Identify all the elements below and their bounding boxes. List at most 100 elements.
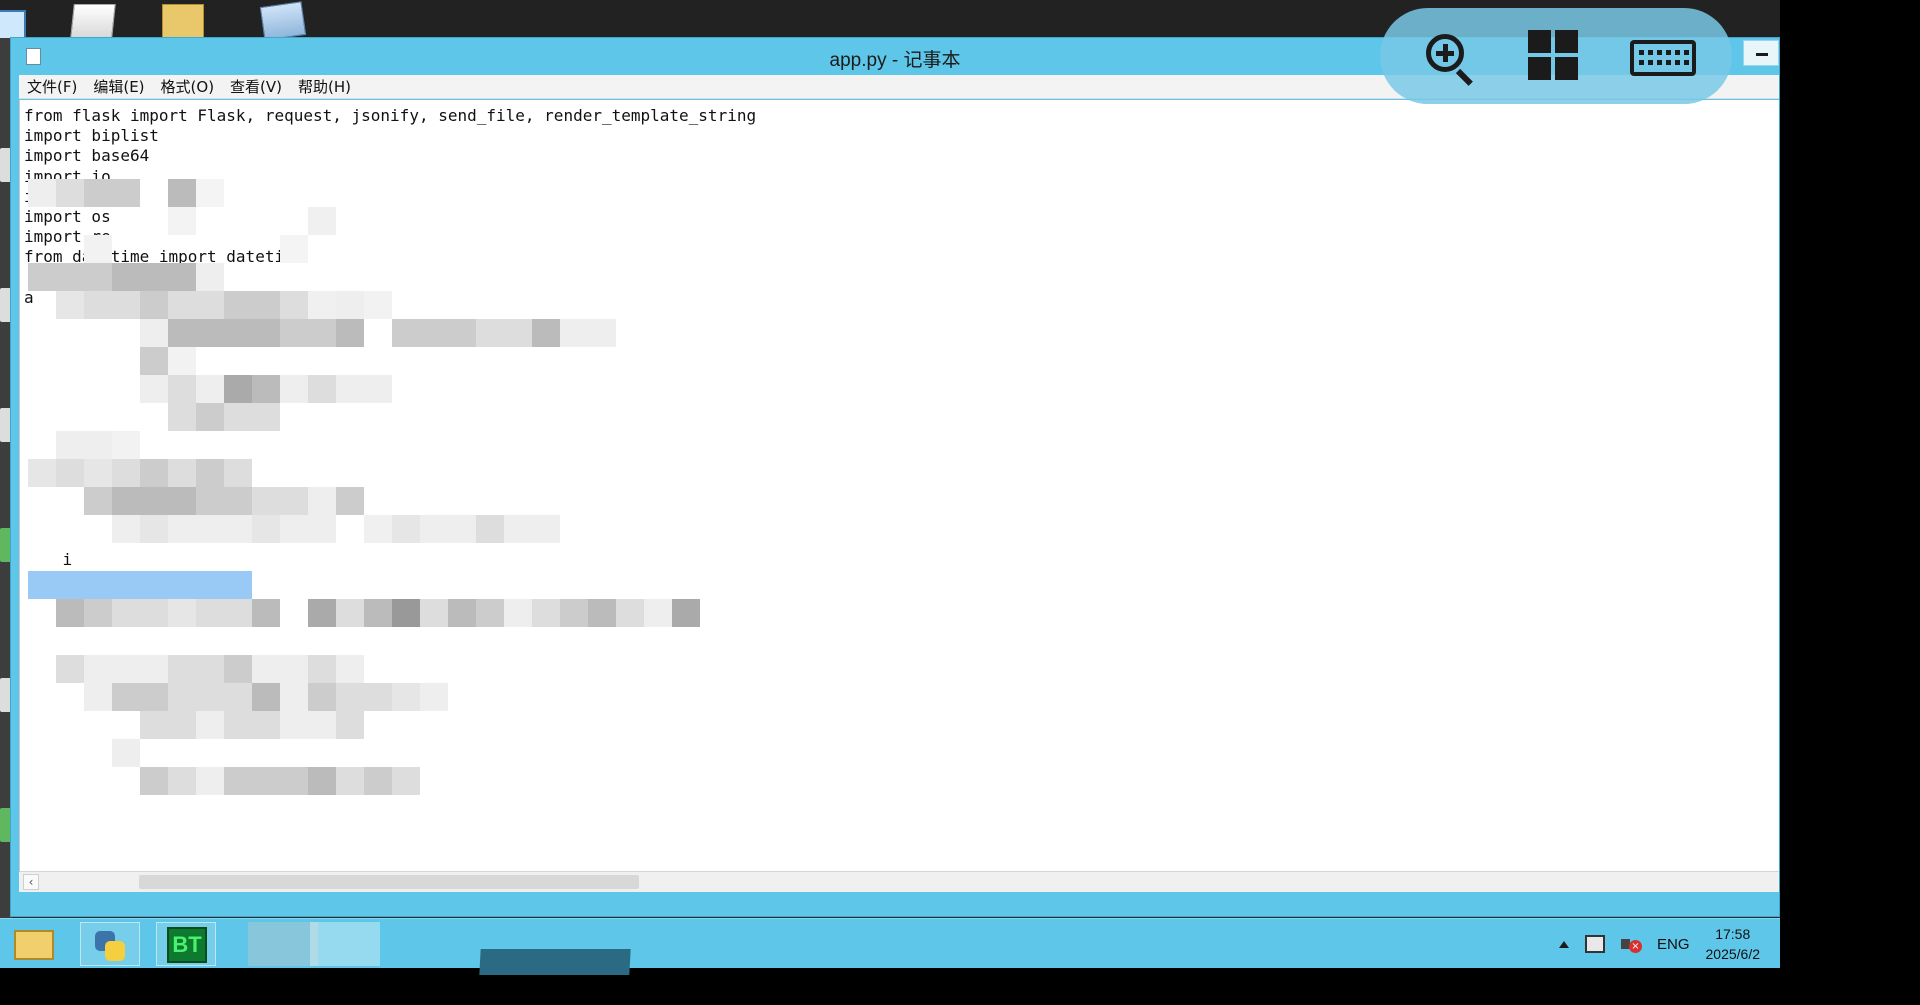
- file-explorer-button[interactable]: [8, 922, 68, 966]
- menu-view[interactable]: 查看(V): [222, 76, 290, 97]
- redaction-cell: [196, 375, 224, 403]
- redaction-cell: [532, 319, 560, 347]
- redaction-cell: [504, 515, 532, 543]
- pixelated-redaction: [20, 100, 1779, 871]
- redaction-cell: [112, 515, 140, 543]
- redaction-cell: [224, 403, 252, 431]
- touch-toolbar: [1380, 8, 1732, 104]
- redaction-cell: [140, 487, 168, 515]
- notepad-taskbar-button[interactable]: [310, 922, 380, 966]
- redaction-cell: [280, 655, 308, 683]
- redaction-cell: [84, 431, 112, 459]
- redaction-cell: [252, 319, 280, 347]
- text-editor[interactable]: from flask import Flask, request, jsonif…: [19, 100, 1779, 871]
- bt-panel-button[interactable]: BT: [156, 922, 216, 966]
- redaction-cell: [168, 347, 196, 375]
- taskbar-obscured-area: [479, 949, 631, 975]
- redaction-cell: [84, 291, 112, 319]
- folder-icon[interactable]: [162, 4, 204, 38]
- zoom-in-icon[interactable]: [1420, 30, 1476, 86]
- redaction-cell: [252, 711, 280, 739]
- redaction-cell: [84, 655, 112, 683]
- redaction-cell: [140, 459, 168, 487]
- document-icon[interactable]: [70, 4, 116, 38]
- redaction-cell: [196, 179, 224, 207]
- redaction-cell: [112, 599, 140, 627]
- redaction-cell: [196, 319, 224, 347]
- windows-layout-icon[interactable]: [1528, 30, 1584, 82]
- redaction-cell: [168, 599, 196, 627]
- redaction-cell: [196, 683, 224, 711]
- scrollbar-thumb[interactable]: [139, 875, 639, 889]
- redaction-cell: [224, 515, 252, 543]
- redaction-cell: [252, 375, 280, 403]
- redaction-cell: [364, 767, 392, 795]
- redaction-cell: [112, 431, 140, 459]
- redaction-cell: [56, 571, 84, 599]
- redaction-cell: [140, 767, 168, 795]
- redaction-cell: [84, 179, 112, 207]
- menu-edit[interactable]: 编辑(E): [85, 76, 152, 97]
- notepad-shortcut-icon[interactable]: [259, 1, 307, 41]
- redaction-cell: [140, 711, 168, 739]
- python-button[interactable]: [80, 922, 140, 966]
- network-icon[interactable]: [1584, 935, 1605, 953]
- redaction-cell: [280, 375, 308, 403]
- redaction-cell: [280, 319, 308, 347]
- redaction-cell: [224, 487, 252, 515]
- redaction-cell: [140, 347, 168, 375]
- keyboard-icon[interactable]: [1630, 30, 1698, 82]
- taskbar-app-button[interactable]: [248, 922, 318, 966]
- show-hidden-icons-arrow-icon[interactable]: [1558, 940, 1569, 948]
- redaction-cell: [28, 179, 56, 207]
- redaction-cell: [280, 767, 308, 795]
- redaction-cell: [112, 459, 140, 487]
- menu-file[interactable]: 文件(F): [19, 76, 85, 97]
- redaction-cell: [196, 655, 224, 683]
- horizontal-scrollbar[interactable]: ‹: [19, 871, 1779, 892]
- redaction-cell: [196, 515, 224, 543]
- notepad-window: app.py - 记事本 文件(F) 编辑(E) 格式(O) 查看(V) 帮助(…: [10, 37, 1780, 917]
- redaction-cell: [112, 683, 140, 711]
- redaction-cell: [448, 515, 476, 543]
- clock[interactable]: 17:58 2025/6/2: [1706, 924, 1761, 964]
- menu-format[interactable]: 格式(O): [153, 76, 223, 97]
- redaction-cell: [308, 207, 336, 235]
- python-icon-part: [105, 941, 125, 961]
- redaction-cell: [308, 655, 336, 683]
- redaction-cell: [588, 599, 616, 627]
- redaction-cell: [196, 711, 224, 739]
- redaction-cell: [280, 683, 308, 711]
- redaction-cell: [420, 599, 448, 627]
- redaction-cell: [392, 319, 420, 347]
- menu-help[interactable]: 帮助(H): [290, 76, 359, 97]
- redaction-cell: [308, 711, 336, 739]
- redaction-cell: [56, 655, 84, 683]
- input-language[interactable]: ENG: [1657, 936, 1690, 953]
- redaction-cell: [392, 599, 420, 627]
- bt-icon: BT: [167, 927, 207, 963]
- redaction-cell: [308, 487, 336, 515]
- redaction-cell: [252, 683, 280, 711]
- redaction-cell: [56, 291, 84, 319]
- redaction-cell: [196, 263, 224, 291]
- redaction-cell: [672, 599, 700, 627]
- redaction-cell: [504, 319, 532, 347]
- redaction-cell: [252, 515, 280, 543]
- redaction-cell: [224, 599, 252, 627]
- redaction-cell: [84, 599, 112, 627]
- redaction-cell: [112, 291, 140, 319]
- redaction-cell: [476, 319, 504, 347]
- redaction-cell: [532, 515, 560, 543]
- redaction-cell: [364, 515, 392, 543]
- redaction-cell: [224, 683, 252, 711]
- redaction-cell: [616, 599, 644, 627]
- redaction-cell: [168, 515, 196, 543]
- volume-muted-icon[interactable]: ×: [1620, 935, 1642, 953]
- redaction-cell: [196, 767, 224, 795]
- redaction-cell: [336, 767, 364, 795]
- redaction-cell: [476, 599, 504, 627]
- redaction-cell: [336, 655, 364, 683]
- minimize-button[interactable]: [1743, 40, 1779, 66]
- scroll-left-arrow-icon[interactable]: ‹: [23, 874, 39, 890]
